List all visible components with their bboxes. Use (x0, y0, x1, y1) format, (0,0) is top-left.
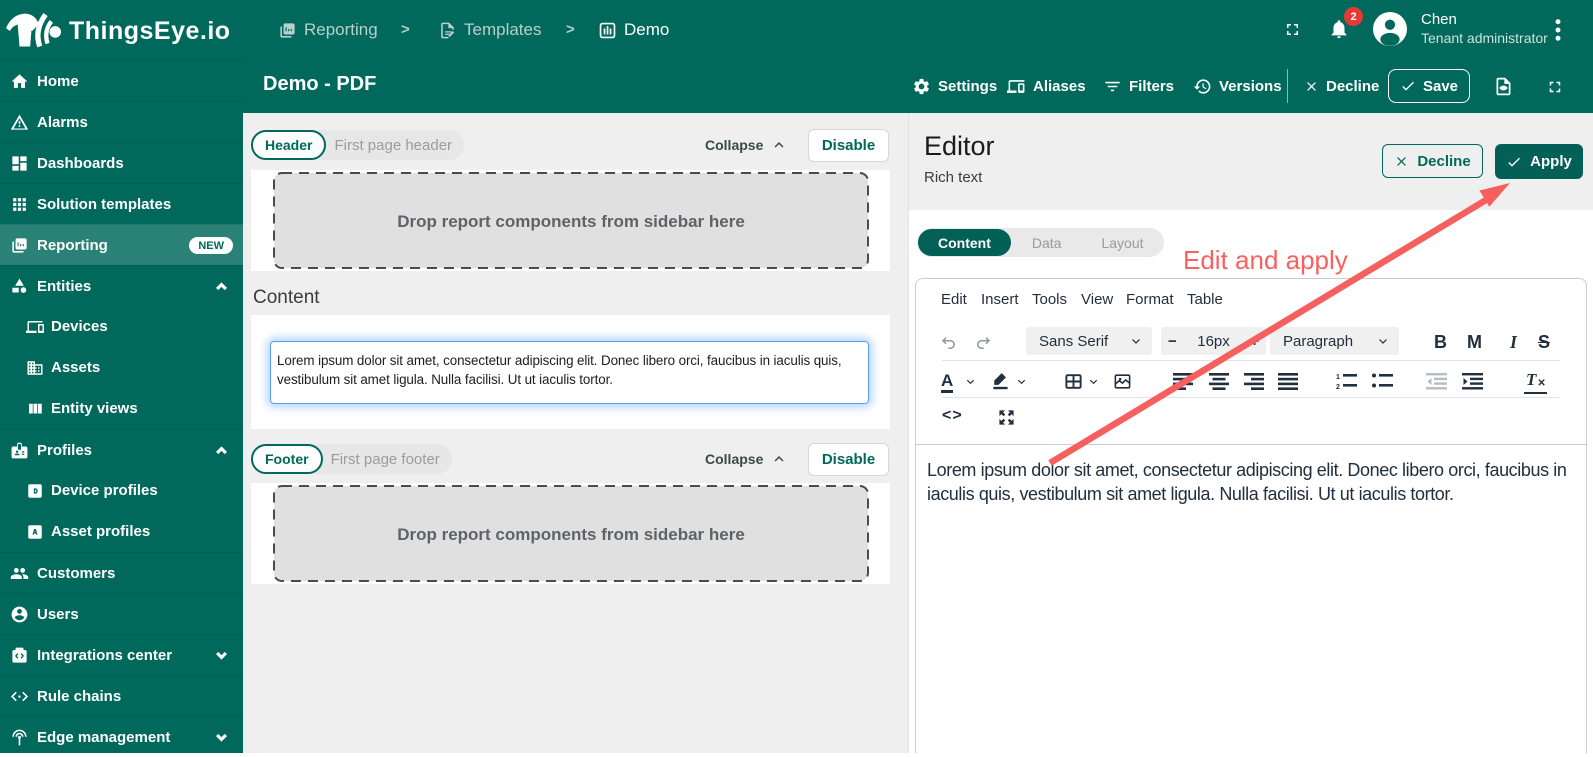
svg-text:2: 2 (1336, 384, 1340, 390)
svg-text:1: 1 (1336, 374, 1340, 381)
